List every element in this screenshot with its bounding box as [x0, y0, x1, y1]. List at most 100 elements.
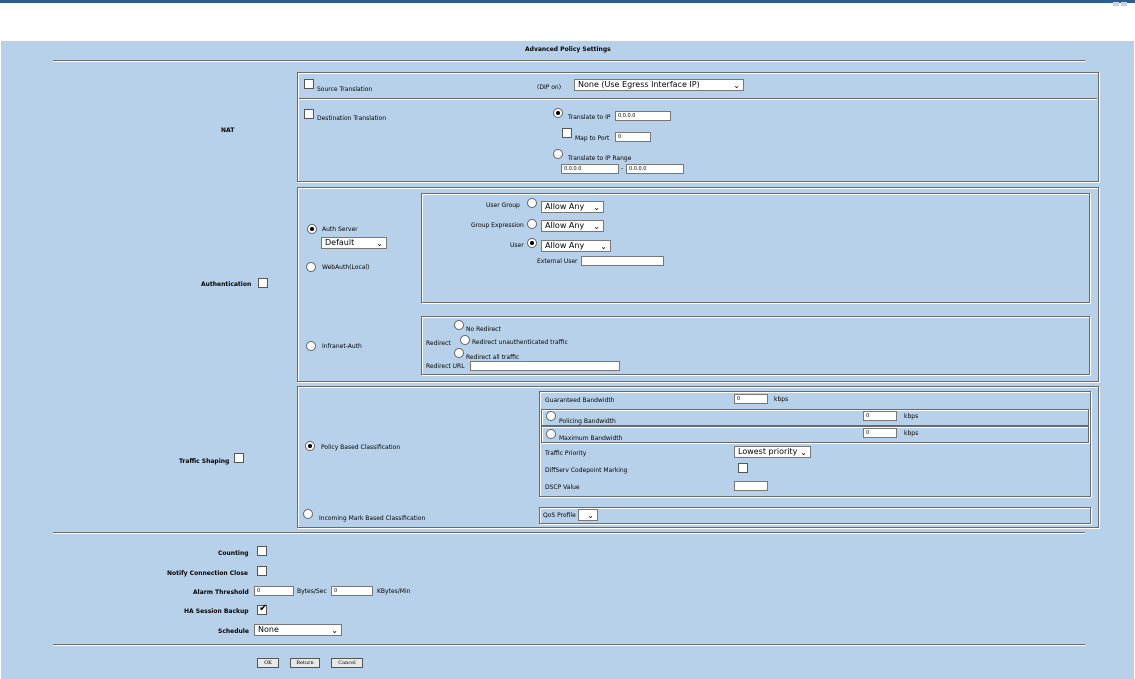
close-icon[interactable]: [1121, 2, 1127, 6]
source-translation-label: Source Translation: [317, 86, 373, 93]
translate-to-ip-label: Translate to IP: [568, 114, 611, 121]
range-separator: -: [621, 165, 624, 172]
redirect-url-input[interactable]: [470, 361, 620, 371]
authentication-checkbox[interactable]: [258, 278, 268, 288]
incoming-mark-radio[interactable]: [303, 509, 313, 519]
nat-divider: [299, 98, 1097, 100]
chevron-down-icon: ⌄: [800, 448, 807, 457]
traffic-shaping-checkbox[interactable]: [234, 453, 244, 463]
webauth-label: WebAuth(Local): [322, 264, 370, 271]
policing-bw-radio[interactable]: [546, 411, 556, 421]
guaranteed-kbps-label: kbps: [774, 396, 789, 403]
divider: [53, 644, 1085, 646]
dip-select[interactable]: None (Use Egress Interface IP) ⌄: [574, 79, 744, 91]
notify-close-checkbox[interactable]: [257, 566, 267, 576]
policing-kbps-label: kbps: [904, 413, 919, 420]
infranet-auth-label: Infranet-Auth: [322, 343, 362, 350]
range-start-input[interactable]: 0.0.0.0: [561, 164, 619, 174]
advanced-policy-panel: Advanced Policy Settings NAT Source Tran…: [1, 41, 1134, 679]
window-title-bar: [0, 0, 1135, 3]
user-select[interactable]: Allow Any ⌄: [541, 240, 611, 252]
maximum-bw-label: Maximum Bandwidth: [559, 435, 623, 442]
map-port-input[interactable]: 0: [615, 132, 651, 142]
incoming-mark-label: Incoming Mark Based Classification: [319, 515, 426, 522]
auth-server-label: Auth Server: [322, 226, 358, 233]
nat-label: NAT: [221, 127, 235, 134]
chevron-down-icon: ⌄: [593, 203, 600, 212]
group-expression-radio[interactable]: [527, 219, 537, 229]
redirect-unauth-label: Redirect unauthenticated traffic: [472, 339, 568, 346]
maximum-row: [541, 426, 1089, 443]
policing-row: [541, 409, 1089, 426]
policy-based-radio[interactable]: [305, 441, 315, 451]
divider: [53, 532, 1085, 534]
maximum-bw-radio[interactable]: [546, 429, 556, 439]
redirect-all-radio[interactable]: [454, 348, 464, 358]
auth-server-select[interactable]: Default ⌄: [321, 237, 387, 249]
schedule-select[interactable]: None ⌄: [254, 624, 342, 636]
ok-button[interactable]: OK: [257, 658, 279, 668]
translate-to-range-radio[interactable]: [553, 149, 563, 159]
diffserv-label: DiffServ Codepoint Marking: [545, 467, 628, 474]
auth-server-radio[interactable]: [307, 224, 317, 234]
external-user-label: External User: [537, 258, 578, 265]
group-expression-label: Group Expression: [471, 222, 524, 229]
no-redirect-label: No Redirect: [466, 326, 501, 333]
map-to-port-checkbox[interactable]: [562, 128, 572, 138]
guaranteed-bw-label: Guaranteed Bandwidth: [545, 397, 615, 404]
window-controls: [1111, 0, 1131, 6]
qos-profile-label: QoS Profile: [543, 512, 576, 519]
chevron-down-icon: ⌄: [733, 81, 740, 90]
user-group-select[interactable]: Allow Any ⌄: [541, 201, 604, 213]
translate-ip-input[interactable]: 0.0.0.0: [615, 111, 671, 121]
map-to-port-label: Map to Port: [575, 135, 610, 142]
guaranteed-bw-input[interactable]: 0: [734, 394, 768, 404]
policing-bw-input[interactable]: 0: [863, 411, 897, 421]
redirect-all-label: Redirect all traffic: [466, 354, 520, 361]
redirect-url-label: Redirect URL: [426, 363, 465, 370]
cancel-button[interactable]: Cancel: [331, 658, 363, 668]
bytes-per-sec-label: Bytes/Sec: [297, 588, 327, 595]
infranet-auth-radio[interactable]: [306, 341, 316, 351]
alarm-bytes-input[interactable]: 0: [254, 586, 294, 596]
chevron-down-icon: ⌄: [587, 511, 594, 520]
policy-based-label: Policy Based Classification: [321, 444, 401, 451]
no-redirect-radio[interactable]: [454, 320, 464, 330]
user-radio[interactable]: [527, 238, 537, 248]
range-end-input[interactable]: 0.0.0.0: [626, 164, 684, 174]
user-label: User: [510, 242, 524, 249]
return-button[interactable]: Return: [290, 658, 320, 668]
traffic-shaping-label: Traffic Shaping: [179, 458, 230, 465]
redirect-unauth-radio[interactable]: [460, 335, 470, 345]
maximum-bw-input[interactable]: 0: [863, 428, 897, 438]
qos-profile-select[interactable]: ⌄: [578, 509, 598, 521]
chevron-down-icon: ⌄: [331, 626, 338, 635]
minimize-icon[interactable]: [1113, 2, 1119, 6]
chevron-down-icon: ⌄: [593, 222, 600, 231]
maximum-kbps-label: kbps: [904, 430, 919, 437]
dscp-input[interactable]: [734, 481, 768, 491]
destination-translation-checkbox[interactable]: [304, 109, 314, 119]
diffserv-checkbox[interactable]: [738, 463, 748, 473]
chevron-down-icon: ⌄: [376, 239, 383, 248]
webauth-radio[interactable]: [306, 262, 316, 272]
ha-backup-checkbox[interactable]: [257, 603, 267, 615]
user-group-radio[interactable]: [527, 198, 537, 208]
dscp-label: DSCP Value: [545, 484, 580, 491]
alarm-kbytes-input[interactable]: 0: [331, 586, 373, 596]
group-expression-select[interactable]: Allow Any ⌄: [541, 220, 604, 232]
traffic-priority-label: Traffic Priority: [545, 450, 587, 457]
external-user-input[interactable]: [581, 256, 664, 266]
counting-checkbox[interactable]: [257, 546, 267, 556]
source-translation-checkbox[interactable]: [304, 79, 314, 89]
notify-close-label: Notify Connection Close: [167, 570, 249, 577]
dip-label: (DIP on): [537, 84, 562, 91]
translate-to-range-label: Translate to IP Range: [568, 155, 632, 162]
translate-to-ip-radio[interactable]: [553, 108, 563, 118]
qos-profile-box: [539, 507, 1091, 524]
traffic-priority-select[interactable]: Lowest priority ⌄: [734, 446, 811, 458]
bandwidth-box: [539, 391, 1091, 497]
alarm-threshold-label: Alarm Threshold: [193, 589, 249, 596]
chevron-down-icon: ⌄: [600, 242, 607, 251]
policing-bw-label: Policing Bandwidth: [559, 418, 616, 425]
